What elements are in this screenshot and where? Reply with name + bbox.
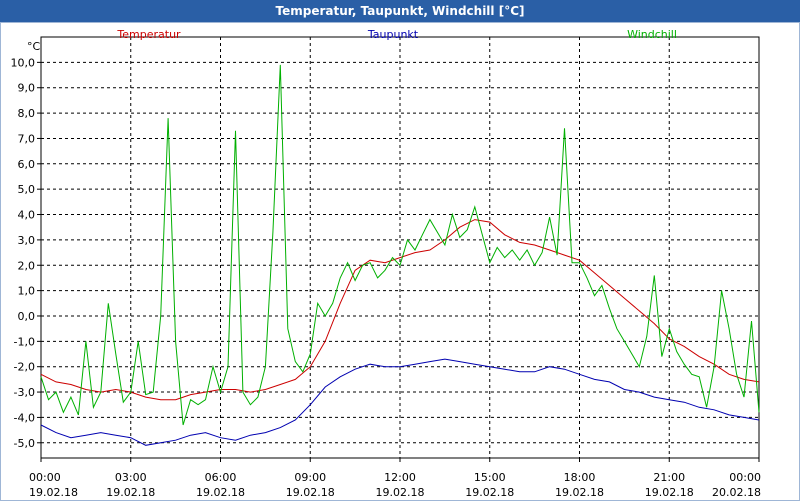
y-tick-label: 0,0: [18, 310, 36, 323]
y-tick-label: -5,0: [14, 437, 35, 450]
x-tick-time: 21:00: [653, 471, 685, 484]
legend: Temperatur Taupunkt Windchill: [116, 28, 677, 41]
x-tick-time: 12:00: [384, 471, 416, 484]
line-chart: °C Temperatur Taupunkt Windchill 10,0 9,0 8,…: [11, 28, 762, 499]
legend-item: Temperatur: [116, 28, 181, 41]
x-tick-time: 15:00: [474, 471, 506, 484]
x-tick-time: 00:00: [729, 471, 761, 484]
y-tick-label: 4,0: [18, 209, 36, 222]
x-tick-time: 09:00: [294, 471, 326, 484]
y-tick-labels: 10,0 9,0 8,0 7,0 6,0 5,0 4,0 3,0 2,0 1,0 0,0 -1,0 -2…: [11, 56, 36, 449]
y-tick-label: 5,0: [18, 183, 36, 196]
x-tick-time: 00:00: [29, 471, 61, 484]
y-tick-label: -3,0: [14, 386, 35, 399]
x-tick-labels: 00:00 19.02.18 03:00 19.02.18 06:00 19.02.18 0…: [29, 471, 761, 499]
x-tick-date: 19.02.18: [29, 486, 78, 499]
chart-panel: °C Temperatur Taupunkt Windchill 10,0 9,0 8,…: [0, 22, 800, 501]
x-tick-date: 19.02.18: [465, 486, 514, 499]
y-tick-label: 6,0: [18, 158, 36, 171]
x-tick-date: 19.02.18: [106, 486, 155, 499]
window-title: Temperatur, Taupunkt, Windchill [°C]: [275, 4, 525, 18]
y-tick-label: 1,0: [18, 285, 36, 298]
x-tick-date: 19.02.18: [645, 486, 694, 499]
x-tick-time: 18:00: [564, 471, 596, 484]
series-line-taupunkt: [40, 358, 760, 446]
grid-lines: [41, 37, 759, 458]
y-tick-label: 3,0: [18, 234, 36, 247]
x-tick-time: 03:00: [115, 471, 147, 484]
axes: [37, 36, 760, 462]
y-tick-label: -2,0: [14, 361, 35, 374]
series-line-windchill: [40, 64, 760, 426]
x-tick-date: 19.02.18: [196, 486, 245, 499]
y-tick-label: 10,0: [11, 56, 36, 69]
x-tick-date: 19.02.18: [555, 486, 604, 499]
legend-item: Taupunkt: [367, 28, 419, 41]
y-tick-label: 8,0: [18, 107, 36, 120]
window-title-bar: Temperatur, Taupunkt, Windchill [°C]: [0, 0, 800, 23]
x-tick-date: 19.02.18: [286, 486, 335, 499]
x-tick-date: 19.02.18: [376, 486, 425, 499]
y-tick-label: 2,0: [18, 259, 36, 272]
y-axis-unit-label: °C: [27, 40, 41, 53]
legend-item: Windchill: [627, 28, 677, 41]
y-tick-label: -1,0: [14, 335, 35, 348]
x-tick-time: 06:00: [205, 471, 237, 484]
y-tick-label: 7,0: [18, 132, 36, 145]
x-tick-date: 20.02.18: [712, 486, 761, 499]
y-tick-label: 9,0: [18, 82, 36, 95]
y-tick-label: -4,0: [14, 411, 35, 424]
